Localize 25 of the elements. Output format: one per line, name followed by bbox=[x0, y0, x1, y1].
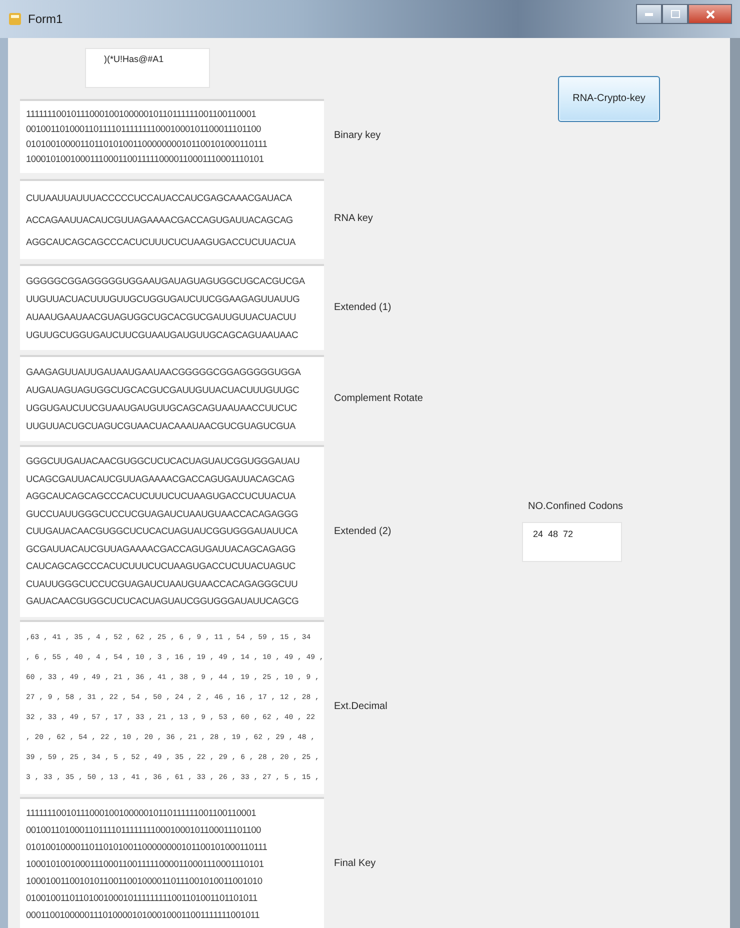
codons-field[interactable]: 24 48 72 bbox=[522, 522, 622, 562]
maximize-button[interactable] bbox=[662, 4, 688, 24]
minimize-button[interactable] bbox=[636, 4, 662, 24]
output-label: Extended (2) bbox=[334, 526, 392, 537]
output-label: Binary key bbox=[334, 130, 382, 142]
output-label: Ext.Decimal bbox=[334, 701, 388, 712]
output-text-box[interactable]: GAAGAGUUAUUGAUAAUGAAUAACGGGGGCGGAGGGGGUGGA AUGAUAGUAGUGGCUGCACGUCGAUUGUUACUACUUUGUUGC UGGUGAUCUUCGUAAUGAUGUUGCAGCAGUAAUAACCUUCUC UUGUUACUGCUAGUCGUAACUACAAAUAACGUCGUAGUCGUA bbox=[20, 355, 324, 442]
minimize-icon bbox=[645, 12, 653, 16]
output-label: RNA key bbox=[334, 213, 374, 224]
close-button[interactable] bbox=[688, 4, 732, 24]
output-text-box[interactable]: GGGGGCGGAGGGGGUGGAAUGAUAGUAGUGGCUGCACGUCGA UUGUUACUACUUUGUUGCUGGUGAUCUUCGGAAGAGUUAUUG AUAAUGAAUAACGUAGUGGCUGCACGUCGAUUGUUACUACUU UGUUGCUGGUGAUCUUCGUAAUGAUGUUGCAGCAGUAAUAAC bbox=[20, 264, 324, 350]
output-text-box[interactable]: 1111111001011100010010000010110111111001100110001 00100110100011011110111111110001000101100011101100 01010010000110110101001100000000101100101000110111 10001010010001110001100111110000110001110001110101 bbox=[20, 98, 324, 173]
output-label: Complement Rotate bbox=[334, 392, 424, 404]
window-title: Form1 bbox=[28, 12, 64, 26]
output-label: Final Key bbox=[334, 858, 377, 870]
key-input[interactable]: )(*U!Has@#A1 bbox=[85, 48, 210, 88]
app-icon bbox=[8, 12, 22, 26]
output-text-box[interactable]: CUUAAUUAUUUACCCCCUCCAUACCAUCGAGCAAACGAUACA ACCAGAAUUACAUCGUUAGAAAACGACCAGUGAUUACAGCAG AGGCAUCAGCAGCCCACUCUUUCUCUAAGUGACCUCUUACUA bbox=[20, 178, 324, 259]
generate-key-button[interactable]: RNA-Crypto-key bbox=[558, 76, 660, 122]
codons-label: NO.Confined Codons bbox=[528, 500, 624, 512]
output-text-box[interactable]: 1111111001011100010010000010110111111001100110001 00100110100011011110111111110001000101100011101100 01010010000110110101001100000000101100101000110111 10001010010001110001100111110000110001110001110101 1000100110010101100110010000110111001010011001010 0100100110110100100010111111111001101001101101011 0001100100000111010000101000100011001111111001011 bbox=[20, 797, 324, 928]
maximize-icon bbox=[670, 10, 680, 18]
close-icon bbox=[706, 10, 714, 18]
output-label: Extended (1) bbox=[334, 302, 392, 312]
output-text-box[interactable]: GGGCUUGAUACAACGUGGCUCUCACUAGUAUCGGUGGGAUAU UCAGCGAUUACAUCGUUAGAAAACGACCAGUGAUUACAGCAG AGGCAUCAGCAGCCCACUCUUUCUCUAAGUGACCUCUUACUA GUCCUAUUGGGCUCCUCGUAGAUCUAAUGUAACCACAGAGGG CUUGAUACAACGUGGCUCUCACUAGUAUCGGUGGGAUAUUCA GCGAUUACAUCGUUAGAAAACGACCAGUGAUUACAGCAGAGG CAUCAGCAGCCCACUCUUUCUCUAAGUGACCUCUUACUAGUC CUAUUGGGCUCCUCGUAGAUCUAAUGUAACCACAGAGGGCUU GAUACAACGUGGCUCUCACUAGUAUCGGUGGGAUAUUCAGCG bbox=[20, 445, 324, 617]
